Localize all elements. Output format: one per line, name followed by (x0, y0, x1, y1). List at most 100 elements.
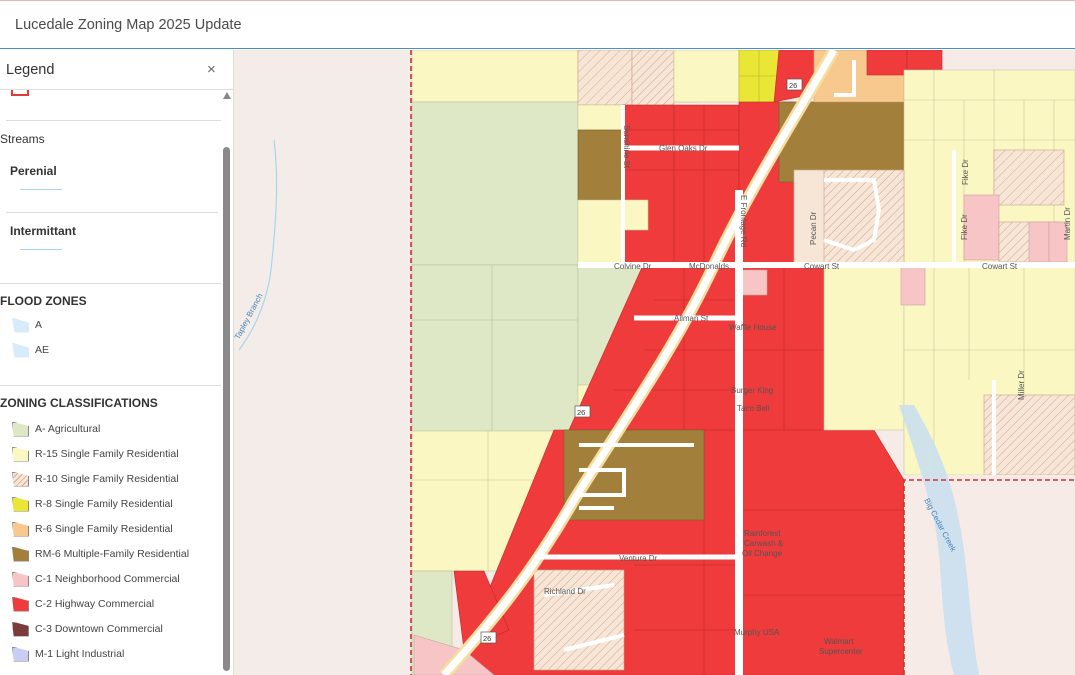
street-label: Cowart St (982, 262, 1018, 271)
zoning-swatch-icon (12, 471, 29, 487)
parcel (673, 50, 740, 103)
street-label: Sunshine St (622, 125, 631, 169)
flood-zone-item: A (12, 316, 42, 334)
zoning-swatch-icon (12, 596, 29, 612)
street-label: Miller Dr (1017, 370, 1026, 400)
legend-scrollbar[interactable] (222, 92, 232, 675)
street-label: Cowart St (804, 262, 840, 271)
poi-label: Carwash & (744, 539, 784, 548)
zoning-item: C-1 Neighborhood Commercial (12, 570, 180, 588)
zoning-label: C-2 Highway Commercial (35, 598, 155, 610)
map-title: Lucedale Zoning Map 2025 Update (15, 17, 242, 33)
flood-swatch-icon (12, 342, 29, 358)
zoning-label: R-8 Single Family Residential (35, 498, 173, 510)
poi-label: Supercenter (819, 647, 863, 656)
zoning-item: C-3 Downtown Commercial (12, 620, 163, 638)
poi-label: Walmart (824, 637, 854, 646)
parcel-r10 (631, 50, 675, 106)
highway-shield-icon: 26 (480, 631, 497, 644)
flood-zone-label: AE (35, 344, 50, 356)
zoning-label: M-1 Light Industrial (35, 648, 125, 660)
svg-text:26: 26 (789, 81, 797, 90)
zoning-item: R-15 Single Family Residential (12, 445, 179, 463)
stream-perennial-swatch (20, 189, 62, 190)
scroll-up-icon[interactable] (223, 92, 231, 99)
zoning-item: M-1 Light Industrial (12, 645, 124, 663)
parcel-r15 (823, 264, 905, 431)
poi-label: Waffle House (729, 323, 777, 332)
zoning-swatch-icon (12, 546, 29, 562)
legend-panel: Legend × Streams Perenial Intermittant F… (0, 50, 234, 675)
poi-label: Taco Bell (737, 404, 770, 413)
app-header: Lucedale Zoning Map 2025 Update (0, 0, 1075, 49)
poi-label: Oil Change (742, 549, 783, 558)
zoning-title: ZONING CLASSIFICATIONS (0, 396, 158, 410)
zoning-label: C-1 Neighborhood Commercial (35, 573, 180, 585)
flood-swatch-icon (12, 317, 29, 333)
stream-intermittent-label: Intermittant (10, 224, 76, 238)
poi-label: Rainforest (744, 529, 781, 538)
parcel-r10 (983, 394, 1075, 476)
zoning-item: R-10 Single Family Residential (12, 470, 179, 488)
zoning-item: A- Agricultural (12, 420, 100, 438)
zoning-label: R-6 Single Family Residential (35, 523, 173, 535)
parcel (411, 50, 579, 103)
zoning-swatch-icon (12, 496, 29, 512)
zoning-swatch-icon (12, 646, 29, 662)
street-label: Pecan Dr (809, 211, 818, 245)
street-label: Fike Dr (960, 214, 969, 240)
zoning-swatch-icon (12, 571, 29, 587)
zoning-swatch-icon (12, 521, 29, 537)
parcel-agricultural (411, 101, 579, 266)
poi-label: Murphy USA (734, 628, 780, 637)
zoning-label: RM-6 Multiple-Family Residential (35, 548, 190, 560)
stream-intermittent-swatch (20, 249, 62, 250)
street-label: Colvine Dr (614, 262, 652, 271)
boundary-swatch-icon (11, 90, 29, 96)
poi-label: Burger King (731, 386, 773, 395)
outside-area (234, 50, 412, 675)
street-label: Martin Dr (1063, 207, 1072, 240)
stream-perennial-label: Perenial (10, 164, 57, 178)
svg-text:26: 26 (577, 408, 585, 417)
parcel-c1 (738, 269, 768, 296)
streams-title: Streams (0, 132, 45, 146)
street-label: Glen Oaks Dr (659, 144, 708, 153)
zoning-swatch-icon (12, 421, 29, 437)
svg-text:26: 26 (483, 634, 491, 643)
divider (0, 385, 221, 386)
street-label: Ventura Dr (619, 554, 658, 563)
map-canvas[interactable]: Glen Oaks Dr Cowart St Cowart St Colvine… (234, 50, 1075, 675)
zoning-label: R-10 Single Family Residential (35, 473, 179, 485)
highway-shield-icon: 26 (574, 405, 591, 418)
divider (0, 283, 221, 284)
zoning-item: R-6 Single Family Residential (12, 520, 173, 538)
parcel-r10 (577, 50, 633, 106)
parcel-agricultural (411, 264, 579, 432)
legend-title: Legend (6, 62, 55, 78)
parcel-r10 (993, 149, 1065, 206)
zoning-item: RM-6 Multiple-Family Residential (12, 545, 189, 563)
street-label: E Frontage Rd (739, 195, 748, 247)
flood-zones-title: FLOOD ZONES (0, 294, 87, 308)
zoning-item: C-2 Highway Commercial (12, 595, 154, 613)
parcel-rm6 (577, 129, 624, 201)
zoning-item: R-8 Single Family Residential (12, 495, 173, 513)
highway-shield-icon: 26 (786, 78, 803, 91)
zoning-label: A- Agricultural (35, 423, 101, 435)
map-view[interactable]: Glen Oaks Dr Cowart St Cowart St Colvine… (234, 50, 1075, 675)
zoning-label: C-3 Downtown Commercial (35, 623, 163, 635)
zoning-swatch-icon (12, 446, 29, 462)
close-icon[interactable]: × (207, 61, 216, 78)
zoning-label: R-15 Single Family Residential (35, 448, 179, 460)
flood-zone-item: AE (12, 341, 49, 359)
street-label: Richland Dr (544, 587, 586, 596)
legend-header: Legend × (0, 50, 233, 90)
divider (6, 212, 218, 213)
parcel-c1 (963, 194, 1000, 261)
street-label: Fike Dr (961, 159, 970, 185)
street-label: Allman St (674, 314, 709, 323)
poi-label: McDonalds (689, 262, 729, 271)
zoning-swatch-icon (12, 621, 29, 637)
scroll-thumb[interactable] (223, 147, 230, 671)
